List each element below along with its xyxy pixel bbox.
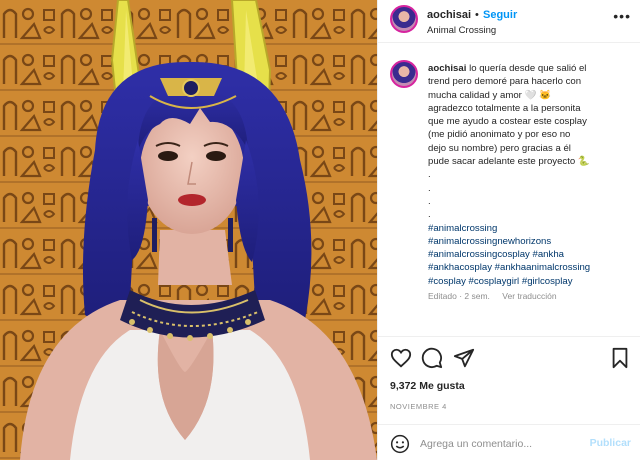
post-header: aochisai • Seguir Animal Crossing ••• xyxy=(378,0,640,43)
caption-line: . xyxy=(428,209,431,221)
see-translation-link[interactable]: Ver traducción xyxy=(502,291,556,301)
hashtag-line[interactable]: #cosplay #cosplaygirl #girlcosplay xyxy=(428,275,634,288)
heart-icon[interactable] xyxy=(390,347,412,369)
caption-username[interactable]: aochisai xyxy=(428,63,466,74)
comment-input[interactable] xyxy=(420,435,580,453)
caption-line: mucha calidad y amor 🤍 🐱 xyxy=(428,89,552,101)
smiley-icon[interactable] xyxy=(390,434,410,454)
hashtag-line[interactable]: #ankhacosplay #ankhaanimalcrossing xyxy=(428,261,634,274)
author-username[interactable]: aochisai xyxy=(427,9,471,21)
post-location[interactable]: Animal Crossing xyxy=(427,25,496,36)
hashtag-line[interactable]: #animalcrossingcosplay #ankha xyxy=(428,248,634,261)
paper-plane-icon[interactable] xyxy=(453,347,475,369)
publish-button[interactable]: Publicar xyxy=(590,437,631,449)
hashtag-line[interactable]: #animalcrossing xyxy=(428,222,634,235)
action-bar xyxy=(378,336,640,376)
caption-line: trend pero demoré para hacerlo con xyxy=(428,76,582,88)
caption-line: . xyxy=(428,169,431,181)
caption-line: agradezco totalmente a la personita xyxy=(428,102,581,114)
follow-button[interactable]: Seguir xyxy=(483,9,517,21)
caption-line: lo quería desde que salió el xyxy=(469,63,587,74)
caption-line: (me pidió anonimato y por eso no xyxy=(428,129,571,141)
caption-meta: Editado · 2 sem. Ver traducción xyxy=(428,290,634,303)
post-date: NOVIEMBRE 4 xyxy=(390,402,447,411)
likes-count[interactable]: 9,372 Me gusta xyxy=(390,380,465,392)
author-avatar[interactable] xyxy=(390,5,418,33)
post-caption: aochisai lo quería desde que salió el tr… xyxy=(428,62,634,303)
post-photo[interactable] xyxy=(0,0,377,460)
separator-dot: • xyxy=(475,9,479,21)
caption-avatar[interactable] xyxy=(390,60,418,88)
more-options-icon[interactable]: ••• xyxy=(613,8,631,24)
caption-line: dejo su nombre) pero gracias a él xyxy=(428,142,571,154)
caption-line: . xyxy=(428,195,431,207)
edited-label: Editado · 2 sem. xyxy=(428,291,490,302)
caption-line: . xyxy=(428,182,431,194)
bookmark-icon[interactable] xyxy=(609,347,631,369)
cosplay-photo xyxy=(0,0,377,460)
post-side-panel: aochisai • Seguir Animal Crossing ••• ao… xyxy=(377,0,640,460)
caption-line: pude sacar adelante este proyecto 🐍 xyxy=(428,156,590,168)
caption-line: que me ayudo a costear este cosplay xyxy=(428,116,587,128)
comment-box: Publicar xyxy=(378,424,640,460)
caption-section: aochisai lo quería desde que salió el tr… xyxy=(378,44,640,336)
hashtag-line[interactable]: #animalcrossingnewhorizons xyxy=(428,235,634,248)
comment-icon[interactable] xyxy=(421,347,443,369)
